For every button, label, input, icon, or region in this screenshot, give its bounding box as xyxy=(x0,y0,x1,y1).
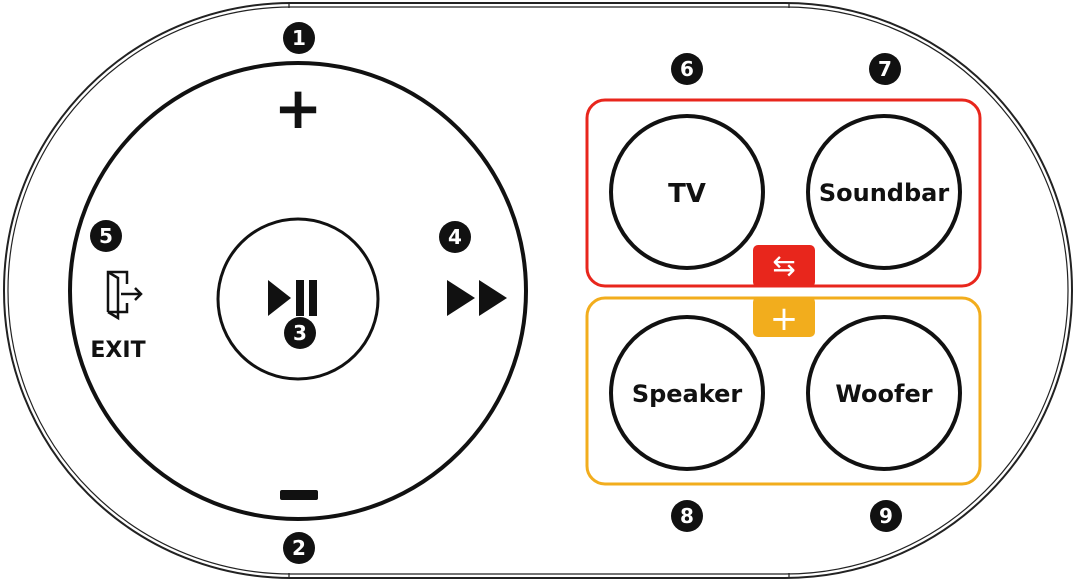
callout-6: 6 xyxy=(671,53,703,85)
swap-icon: ⇆ xyxy=(772,249,795,282)
svg-text:6: 6 xyxy=(680,57,694,81)
svg-text:4: 4 xyxy=(448,225,462,249)
remote-diagram: + EXIT 1 2 3 4 5 ⇆ + TV Soundbar Speaker… xyxy=(3,2,1073,579)
volume-up-icon[interactable]: + xyxy=(274,74,323,142)
callout-8: 8 xyxy=(671,500,703,532)
callout-1: 1 xyxy=(283,22,315,54)
callout-7: 7 xyxy=(869,53,901,85)
callout-3: 3 xyxy=(284,317,316,349)
svg-text:8: 8 xyxy=(680,504,694,528)
svg-text:3: 3 xyxy=(293,321,307,345)
soundbar-button-label: Soundbar xyxy=(819,179,950,207)
callout-4: 4 xyxy=(439,221,471,253)
callout-2: 2 xyxy=(283,532,315,564)
volume-down-icon[interactable] xyxy=(280,490,318,500)
callout-9: 9 xyxy=(870,500,902,532)
speaker-button-label: Speaker xyxy=(632,380,743,408)
tv-button-label: TV xyxy=(668,179,706,209)
svg-text:9: 9 xyxy=(879,504,893,528)
svg-text:2: 2 xyxy=(292,536,306,560)
add-icon: + xyxy=(770,299,799,339)
svg-text:1: 1 xyxy=(292,26,306,50)
exit-label: EXIT xyxy=(90,338,145,363)
svg-text:7: 7 xyxy=(878,57,892,81)
woofer-button-label: Woofer xyxy=(835,380,932,408)
callout-5: 5 xyxy=(90,220,122,252)
svg-text:5: 5 xyxy=(99,224,113,248)
